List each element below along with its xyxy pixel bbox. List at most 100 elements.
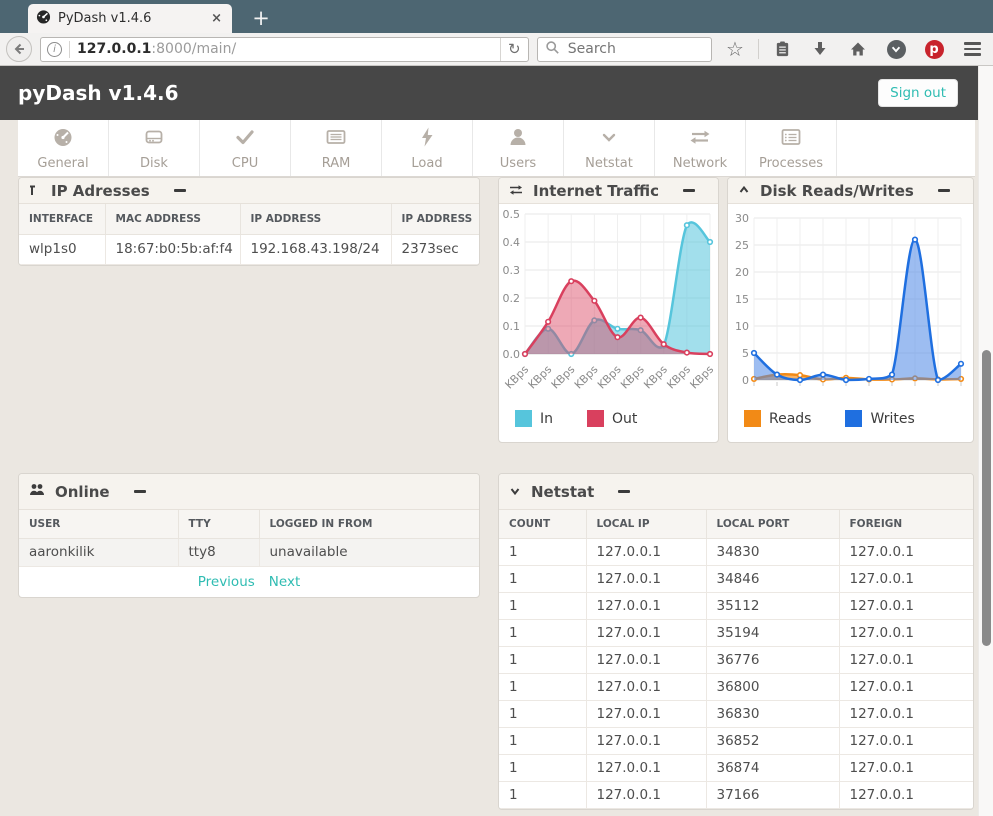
chevron-down-icon [597,125,621,153]
online-table: USERTTYLOGGED IN FROM aaronkiliktty8unav… [19,510,480,567]
column-header: LOCAL PORT [706,510,839,538]
legend-label: Reads [769,411,811,427]
online-panel-header: Online [19,474,479,510]
collapse-button[interactable] [134,490,146,493]
collapse-button[interactable] [683,189,695,192]
browser-tab[interactable]: PyDash v1.4.6 × [28,4,232,33]
url-divider [69,41,70,58]
next-link[interactable]: Next [269,574,300,590]
internet-traffic-panel: Internet Traffic 0.00.10.20.30.40.5KBpsK… [498,177,719,443]
url-bar[interactable]: i 127.0.0.1:8000/main/ ↻ [40,37,529,62]
collapse-button[interactable] [618,490,630,493]
table-row: 1127.0.0.135112127.0.0.1 [499,592,974,619]
sign-out-button[interactable]: Sign out [878,79,958,107]
search-bar[interactable] [537,37,712,62]
column-header: TTY [178,510,259,538]
panel-title: Disk Reads/Writes [760,182,914,200]
svg-text:KBps: KBps [502,363,531,392]
svg-text:0.3: 0.3 [503,264,521,277]
tab-close-icon[interactable]: × [209,11,224,26]
scrollbar-thumb[interactable] [982,350,991,646]
legend-item: In [515,410,553,427]
url-text[interactable]: 127.0.0.1:8000/main/ [77,41,500,57]
legend-item: Writes [845,410,914,427]
chevron-down-icon [509,482,521,501]
page-scrollbar[interactable] [978,66,993,816]
tab-strip: PyDash v1.4.6 × + [0,0,993,33]
nav-item-disk[interactable]: Disk [109,120,200,176]
users-group-icon [29,482,45,501]
column-header: IP ADDRESS [391,204,480,234]
pinterest-button[interactable]: p [919,36,949,62]
user-icon [506,125,530,153]
pagination: Previous Next [19,567,479,597]
collapse-button[interactable] [938,189,950,192]
check-icon [233,125,257,153]
search-input[interactable] [566,40,686,58]
nav-item-network[interactable]: Network [655,120,746,176]
downloads-button[interactable] [805,36,835,62]
nav-item-processes[interactable]: Processes [746,120,837,176]
nav-item-cpu[interactable]: CPU [200,120,291,176]
nav-item-ram[interactable]: RAM [291,120,382,176]
collapse-button[interactable] [174,189,186,192]
svg-text:30: 30 [735,212,749,225]
browser-window: PyDash v1.4.6 × + i 127.0.0.1:8000/main/… [0,0,993,816]
legend-item: Out [587,410,637,427]
nav-filler [837,120,975,176]
internet-traffic-legend: In Out [499,404,718,427]
exchange-arrows-icon [688,125,712,153]
search-icon [545,40,560,59]
nav-item-general[interactable]: General [18,120,109,176]
column-header: LOCAL IP [586,510,706,538]
panel-title: IP Adresses [51,182,150,200]
pocket-button[interactable] [881,36,911,62]
previous-link[interactable]: Previous [198,574,255,590]
list-icon [779,125,803,153]
internet-traffic-chart: 0.00.10.20.30.40.5KBpsKBpsKBpsKBpsKBpsKB… [499,204,718,400]
url-host: 127.0.0.1 [77,41,151,57]
bookmarks-list-button[interactable] [767,36,797,62]
legend-label: In [540,411,553,427]
ip-panel-header: IP Adresses [19,178,479,204]
table-row: 1127.0.0.136830127.0.0.1 [499,700,974,727]
pinterest-icon: p [925,40,944,59]
disk-rw-panel: Disk Reads/Writes 051015202530 ReadsWrit… [727,177,974,443]
legend-swatch [515,410,532,427]
table-row: 1127.0.0.135194127.0.0.1 [499,619,974,646]
toolbar-divider [758,39,759,59]
panel-title: Online [55,483,110,501]
site-favicon-icon [36,9,51,28]
svg-text:KBps: KBps [641,363,670,392]
legend-label: Out [612,411,637,427]
info-icon[interactable]: i [47,42,62,57]
netstat-panel: Netstat COUNTLOCAL IPLOCAL PORTFOREIGN 1… [498,473,974,810]
new-tab-button[interactable]: + [244,4,278,32]
nav-item-load[interactable]: Load [382,120,473,176]
bookmark-star-button[interactable]: ☆ [720,36,750,62]
reload-button[interactable]: ↻ [500,37,528,62]
table-row: 1127.0.0.134830127.0.0.1 [499,538,974,565]
nav-item-netstat[interactable]: Netstat [564,120,655,176]
menu-button[interactable] [957,36,987,62]
column-header: LOGGED IN FROM [259,510,480,538]
svg-text:0.2: 0.2 [503,292,521,305]
column-header: INTERFACE [19,204,105,234]
disk-rw-legend: Reads Writes [728,404,973,427]
online-panel: Online USERTTYLOGGED IN FROM aaronkilikt… [18,473,480,598]
panel-title: Internet Traffic [533,182,659,200]
table-row: 1127.0.0.136852127.0.0.1 [499,727,974,754]
table-row: 1127.0.0.134846127.0.0.1 [499,565,974,592]
table-row: aaronkiliktty8unavailable [19,538,480,566]
memory-icon [324,125,348,153]
home-button[interactable] [843,36,873,62]
legend-swatch [587,410,604,427]
nav-item-users[interactable]: Users [473,120,564,176]
svg-text:10: 10 [735,320,749,333]
svg-text:KBps: KBps [618,363,647,392]
svg-text:KBps: KBps [526,363,555,392]
browser-toolbar: i 127.0.0.1:8000/main/ ↻ ☆ p [0,33,993,66]
app-header: pyDash v1.4.6 Sign out [0,66,993,120]
back-button[interactable] [6,36,32,62]
legend-item: Reads [744,410,811,427]
